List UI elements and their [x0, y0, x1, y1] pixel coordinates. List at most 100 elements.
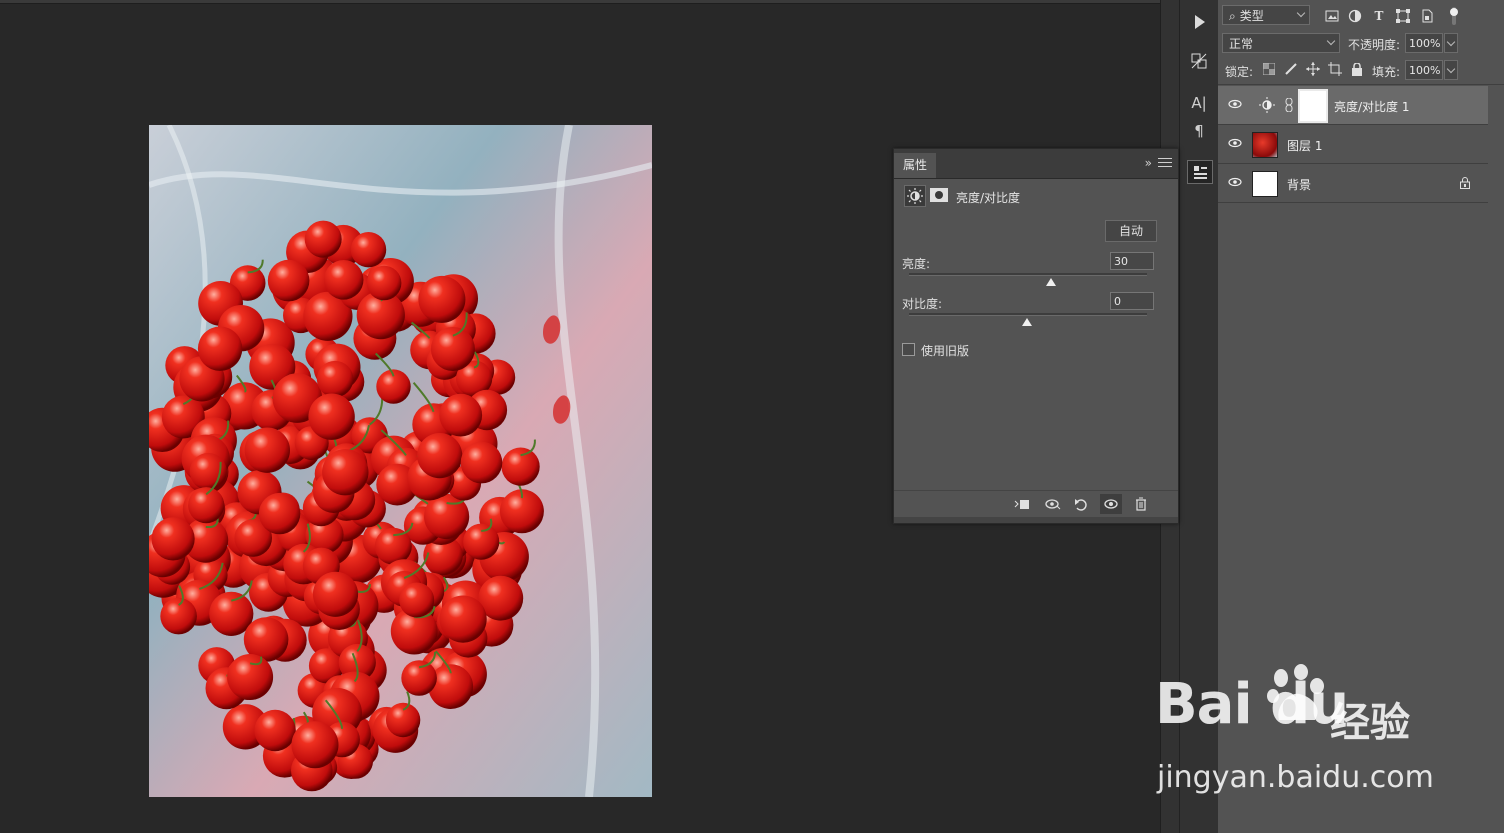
use-legacy-checkbox[interactable]: [902, 343, 915, 356]
filter-shape-icon[interactable]: [1395, 8, 1411, 24]
opacity-label: 不透明度:: [1348, 38, 1401, 52]
filter-adjustment-icon[interactable]: [1347, 8, 1363, 24]
eye-icon[interactable]: [1228, 176, 1242, 188]
properties-footer: [894, 490, 1178, 517]
properties-panel: 属性 » 亮度/对比度 自动 亮度: 30 对比度: 0 使用旧版: [893, 148, 1179, 524]
blend-mode-value: 正常: [1229, 37, 1254, 51]
layer-name[interactable]: 亮度/对比度 1: [1334, 98, 1410, 115]
layer-name[interactable]: 图层 1: [1287, 137, 1322, 154]
cherry: [323, 260, 364, 300]
properties-panel-icon[interactable]: [1187, 160, 1213, 184]
layer-lock-icon[interactable]: [1460, 177, 1470, 192]
eye-icon[interactable]: [1228, 98, 1242, 110]
cherry: [417, 433, 463, 479]
eye-icon[interactable]: [1228, 137, 1242, 149]
cherry: [267, 259, 310, 302]
paragraph-glyph: ¶: [1194, 122, 1204, 140]
auto-button[interactable]: 自动: [1105, 220, 1157, 242]
opacity-dropdown-button[interactable]: [1444, 33, 1458, 53]
filter-toggle-icon[interactable]: [1446, 7, 1462, 25]
cherry: [439, 595, 487, 643]
cherry: [308, 393, 355, 440]
cherry: [399, 582, 435, 618]
cherry: [350, 232, 387, 268]
fill-label: 填充:: [1372, 65, 1401, 79]
cherry: [463, 523, 500, 560]
cherry: [188, 487, 225, 524]
clip-to-layer-icon[interactable]: [1011, 494, 1033, 514]
cherry: [385, 702, 421, 738]
top-ruler: [0, 0, 1160, 4]
paragraph-panel-icon[interactable]: ¶: [1187, 120, 1211, 142]
lock-all-icon[interactable]: [1350, 62, 1364, 76]
view-previous-state-icon[interactable]: [1042, 494, 1064, 514]
layer-row-image[interactable]: 图层 1: [1218, 125, 1488, 164]
fill-input[interactable]: 100%: [1405, 60, 1443, 80]
use-legacy-label: 使用旧版: [921, 344, 970, 358]
lock-label: 锁定:: [1225, 65, 1254, 79]
cherry: [401, 660, 437, 696]
lock-transparent-pixels-icon[interactable]: [1262, 62, 1276, 76]
cherry: [304, 220, 342, 258]
lock-image-pixels-icon[interactable]: [1284, 62, 1298, 76]
fill-dropdown-button[interactable]: [1444, 60, 1458, 80]
cherry: [160, 597, 197, 635]
tab-properties[interactable]: 属性: [894, 153, 936, 178]
opacity-input[interactable]: 100%: [1405, 33, 1443, 53]
brightness-input[interactable]: 30: [1110, 252, 1154, 270]
cherry: [312, 571, 359, 617]
contrast-slider-track[interactable]: [909, 313, 1147, 316]
filter-kind-value: 类型: [1239, 9, 1264, 23]
cherry: [430, 327, 475, 371]
adjustment-layer-icon: [1256, 95, 1278, 115]
panel-menu-icon[interactable]: [1158, 155, 1172, 169]
cherry: [151, 517, 195, 561]
cherry: [291, 721, 339, 769]
brightness-label: 亮度:: [902, 257, 931, 271]
contrast-label: 对比度:: [902, 297, 943, 311]
cherry: [322, 449, 369, 496]
filter-type-icon[interactable]: T: [1371, 8, 1387, 24]
reset-adjustments-icon[interactable]: [1070, 494, 1092, 514]
adjustment-header: 亮度/对比度: [904, 185, 1164, 207]
filter-smart-object-icon[interactable]: [1419, 8, 1435, 24]
clone-source-icon[interactable]: [1187, 50, 1211, 72]
brightness-slider-thumb[interactable]: [1046, 278, 1056, 286]
layer-row-background[interactable]: 背景: [1218, 164, 1488, 203]
contrast-slider-thumb[interactable]: [1022, 318, 1032, 326]
link-chain-icon[interactable]: [1285, 97, 1293, 113]
cherry: [366, 265, 402, 301]
layer-mask-thumbnail[interactable]: [1298, 89, 1328, 123]
cherry: [197, 326, 243, 371]
layer-thumbnail: [1252, 171, 1278, 197]
watermark-logo-cn: 经验: [1330, 700, 1410, 746]
contrast-input[interactable]: 0: [1110, 292, 1154, 310]
watermark-logo-text: Bai du: [1155, 672, 1349, 737]
blend-mode-select[interactable]: 正常: [1222, 33, 1340, 53]
panel-resize-grip[interactable]: [894, 517, 1178, 523]
delete-adjustment-icon[interactable]: [1130, 494, 1152, 514]
cherry: [316, 360, 354, 398]
cherry: [460, 441, 503, 484]
layer-thumbnail: [1252, 132, 1278, 158]
cherry: [189, 452, 227, 491]
collapse-panel-button[interactable]: »: [1145, 156, 1152, 170]
cherry: [244, 427, 290, 473]
cherry: [439, 393, 483, 437]
lock-position-icon[interactable]: [1306, 62, 1320, 76]
lock-artboard-icon[interactable]: [1328, 62, 1342, 76]
layer-row-brightness-contrast[interactable]: 亮度/对比度 1: [1218, 86, 1488, 125]
toggle-visibility-icon[interactable]: [1100, 494, 1122, 514]
layer-filter-kind-select[interactable]: ⌕ 类型: [1222, 5, 1310, 25]
mask-icon[interactable]: [930, 187, 948, 203]
layer-name[interactable]: 背景: [1287, 176, 1311, 193]
brightness-slider-track[interactable]: [909, 273, 1147, 276]
cherry: [418, 275, 466, 323]
play-action-icon[interactable]: [1187, 11, 1211, 33]
filter-pixel-icon[interactable]: [1324, 8, 1340, 24]
character-panel-icon[interactable]: A|: [1187, 92, 1211, 114]
brightness-contrast-icon[interactable]: [904, 185, 926, 207]
cherries-image: [149, 125, 652, 797]
cherries-photo[interactable]: [149, 125, 652, 797]
adjustment-title: 亮度/对比度: [956, 191, 1021, 205]
